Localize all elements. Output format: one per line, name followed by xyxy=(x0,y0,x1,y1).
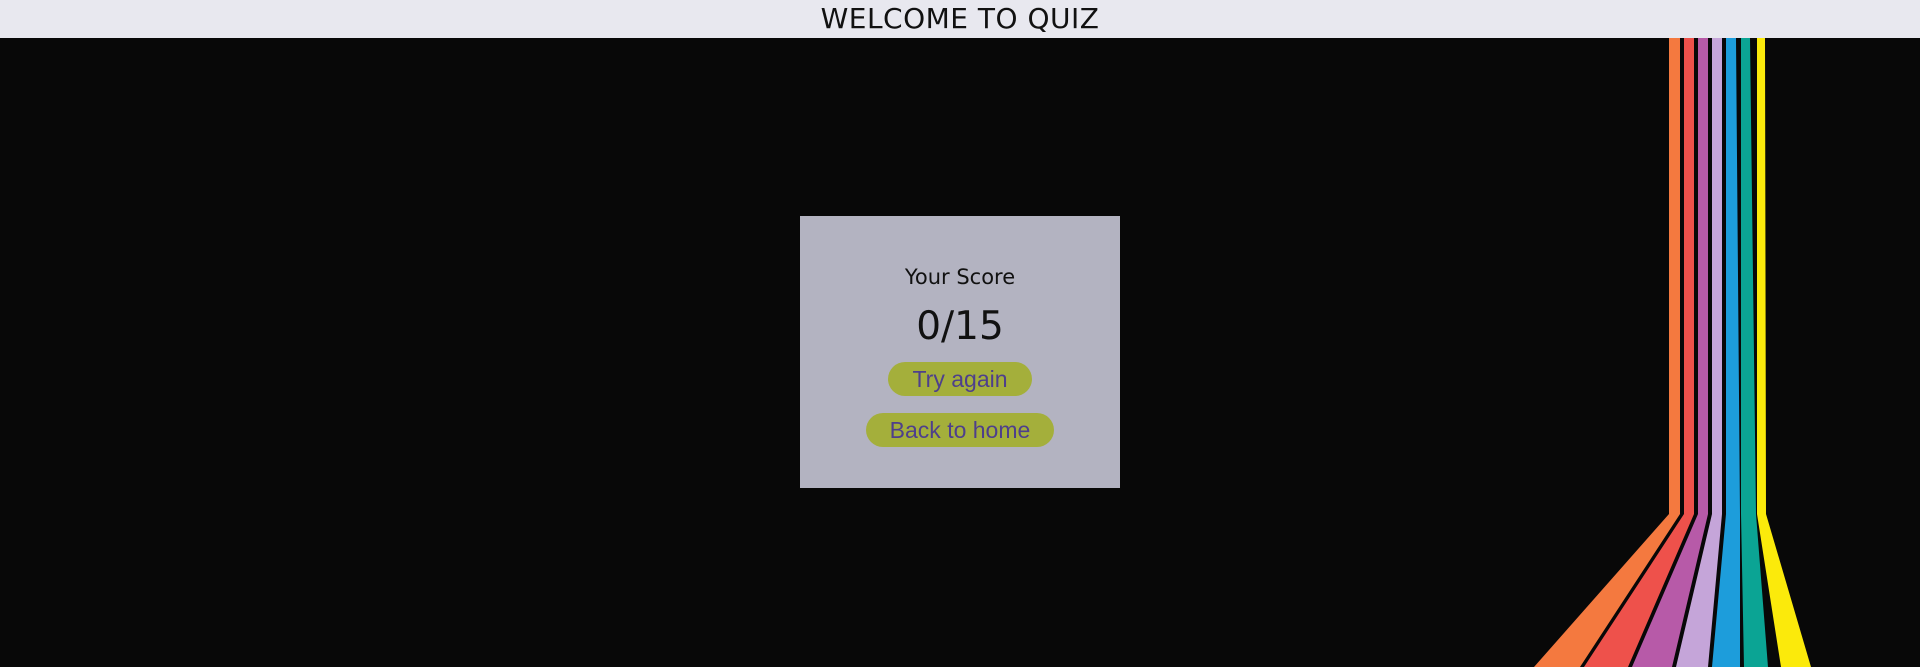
try-again-button[interactable]: Try again xyxy=(888,362,1032,396)
score-value: 0/15 xyxy=(916,304,1004,349)
score-label: Your Score xyxy=(904,265,1016,289)
quiz-stage: Your Score 0/15 Try again Back to home xyxy=(0,38,1920,667)
page-header: WELCOME TO QUIZ xyxy=(0,0,1920,38)
back-to-home-button[interactable]: Back to home xyxy=(865,413,1055,447)
stripe-yellow xyxy=(1757,38,1811,667)
page-title: WELCOME TO QUIZ xyxy=(820,2,1100,35)
score-card: Your Score 0/15 Try again Back to home xyxy=(800,216,1120,488)
